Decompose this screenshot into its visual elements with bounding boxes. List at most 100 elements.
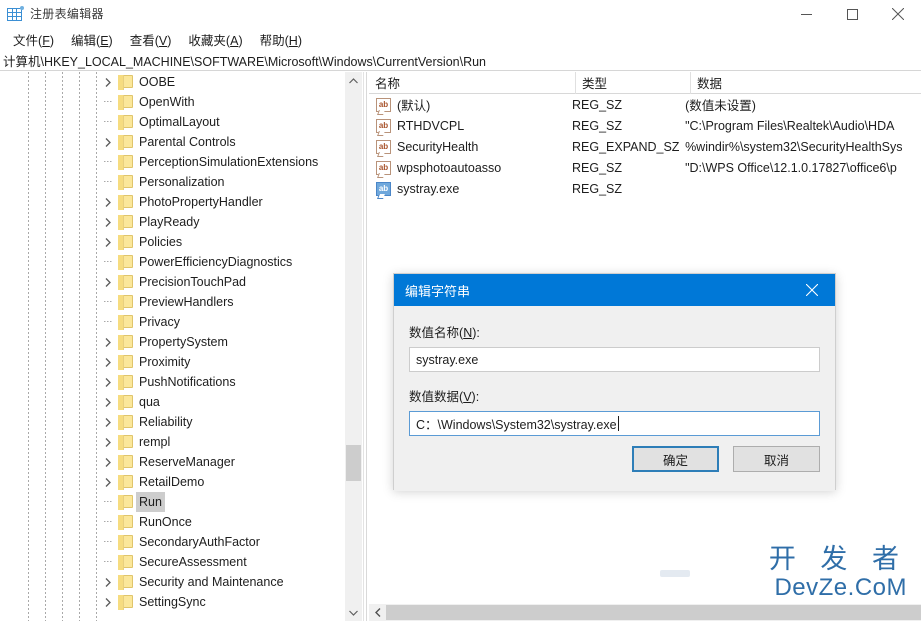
dialog-close-button[interactable] — [789, 274, 835, 306]
menu-edit-label: 编辑 — [71, 34, 96, 48]
chevron-right-icon[interactable] — [102, 132, 114, 152]
tree-item-secureassessment[interactable]: SecureAssessment — [0, 552, 345, 572]
tree-item-label: PrecisionTouchPad — [139, 272, 246, 292]
tree-item-proximity[interactable]: Proximity — [0, 352, 345, 372]
tree-item-oobe[interactable]: OOBE — [0, 72, 345, 92]
chevron-right-icon[interactable] — [102, 592, 114, 612]
pane-splitter[interactable] — [363, 72, 367, 621]
tree-item-label: PushNotifications — [139, 372, 236, 392]
tree-item-policies[interactable]: Policies — [0, 232, 345, 252]
window-title: 注册表编辑器 — [30, 5, 104, 22]
value-row[interactable]: abRTHDVCPLREG_SZ"C:\Program Files\Realte… — [369, 115, 921, 136]
value-row[interactable]: ab(默认)REG_SZ(数值未设置) — [369, 94, 921, 115]
column-header-type[interactable]: 类型 — [575, 72, 690, 94]
registry-tree-pane[interactable]: OOBEOpenWithOptimalLayoutParental Contro… — [0, 72, 345, 621]
tree-item-label: ReserveManager — [139, 452, 235, 472]
chevron-right-icon[interactable] — [102, 472, 114, 492]
tree-item-powerefficiencydiagnostics[interactable]: PowerEfficiencyDiagnostics — [0, 252, 345, 272]
folder-icon — [118, 235, 133, 248]
chevron-right-icon[interactable] — [102, 232, 114, 252]
list-horizontal-scrollbar[interactable] — [369, 604, 921, 621]
tree-item-settingsync[interactable]: SettingSync — [0, 592, 345, 612]
column-header-name[interactable]: 名称 — [369, 72, 575, 94]
address-bar[interactable]: 计算机\HKEY_LOCAL_MACHINE\SOFTWARE\Microsof… — [0, 51, 921, 71]
tree-item-precisiontouchpad[interactable]: PrecisionTouchPad — [0, 272, 345, 292]
tree-item-label: qua — [139, 392, 160, 412]
string-value-icon: ab — [376, 182, 391, 196]
chevron-right-icon[interactable] — [102, 392, 114, 412]
chevron-right-icon[interactable] — [102, 452, 114, 472]
chevron-right-icon[interactable] — [102, 332, 114, 352]
minimize-button[interactable] — [783, 0, 829, 28]
tree-item-run[interactable]: Run — [0, 492, 345, 512]
tree-item-previewhandlers[interactable]: PreviewHandlers — [0, 292, 345, 312]
tree-item-perceptionsimulationextensions[interactable]: PerceptionSimulationExtensions — [0, 152, 345, 172]
tree-item-qua[interactable]: qua — [0, 392, 345, 412]
value-data-accel: V — [463, 390, 471, 404]
tree-item-reservemanager[interactable]: ReserveManager — [0, 452, 345, 472]
menu-favorites[interactable]: 收藏夹(A) — [180, 28, 251, 51]
chevron-right-icon[interactable] — [102, 352, 114, 372]
chevron-right-icon[interactable] — [102, 572, 114, 592]
tree-item-optimallayout[interactable]: OptimalLayout — [0, 112, 345, 132]
tree-item-security-and-maintenance[interactable]: Security and Maintenance — [0, 572, 345, 592]
scroll-down-icon[interactable] — [345, 604, 362, 621]
chevron-right-icon[interactable] — [102, 372, 114, 392]
menu-view[interactable]: 查看(V) — [122, 28, 181, 51]
cancel-button[interactable]: 取消 — [733, 446, 820, 472]
tree-leaf-connector — [104, 301, 112, 302]
value-row[interactable]: abSecurityHealthREG_EXPAND_SZ%windir%\sy… — [369, 136, 921, 157]
chevron-right-icon[interactable] — [102, 72, 114, 92]
value-type-cell: REG_EXPAND_SZ — [572, 140, 685, 154]
tree-item-privacy[interactable]: Privacy — [0, 312, 345, 332]
address-path: 计算机\HKEY_LOCAL_MACHINE\SOFTWARE\Microsof… — [3, 51, 486, 70]
tree-item-reliability[interactable]: Reliability — [0, 412, 345, 432]
scroll-left-icon[interactable] — [369, 604, 386, 621]
maximize-button[interactable] — [829, 0, 875, 28]
chevron-right-icon[interactable] — [102, 192, 114, 212]
value-name-input[interactable]: systray.exe — [409, 347, 820, 372]
folder-icon — [118, 135, 133, 148]
column-header-data[interactable]: 数据 — [690, 72, 921, 94]
ok-button[interactable]: 确定 — [632, 446, 719, 472]
chevron-right-icon[interactable] — [102, 212, 114, 232]
tree-item-pushnotifications[interactable]: PushNotifications — [0, 372, 345, 392]
chevron-right-icon[interactable] — [102, 272, 114, 292]
registry-values-list: ab(默认)REG_SZ(数值未设置)abRTHDVCPLREG_SZ"C:\P… — [369, 94, 921, 199]
tree-item-openwith[interactable]: OpenWith — [0, 92, 345, 112]
tree-scrollbar-thumb[interactable] — [346, 445, 361, 481]
tree-item-rempl[interactable]: rempl — [0, 432, 345, 452]
chevron-right-icon[interactable] — [102, 432, 114, 452]
scroll-up-icon[interactable] — [345, 72, 362, 89]
menu-help[interactable]: 帮助(H) — [252, 28, 311, 51]
tree-item-playready[interactable]: PlayReady — [0, 212, 345, 232]
folder-icon — [118, 215, 133, 228]
tree-item-label: Parental Controls — [139, 132, 236, 152]
tree-item-secondaryauthfactor[interactable]: SecondaryAuthFactor — [0, 532, 345, 552]
value-data-input[interactable]: C：\Windows\System32\systray.exe — [409, 411, 820, 436]
tree-item-photopropertyhandler[interactable]: PhotoPropertyHandler — [0, 192, 345, 212]
tree-vertical-scrollbar[interactable] — [345, 72, 362, 621]
tree-leaf-connector — [104, 561, 112, 562]
tree-item-label: PerceptionSimulationExtensions — [139, 152, 318, 172]
chevron-right-icon[interactable] — [102, 412, 114, 432]
tree-item-parental-controls[interactable]: Parental Controls — [0, 132, 345, 152]
folder-icon — [118, 295, 133, 308]
list-scrollbar-track[interactable] — [386, 605, 921, 620]
folder-icon — [118, 395, 133, 408]
menu-file[interactable]: 文件(F) — [5, 28, 63, 51]
value-data-cell: %windir%\system32\SecurityHealthSys — [685, 140, 921, 154]
cancel-button-label: 取消 — [764, 450, 789, 469]
value-name-cell: systray.exe — [397, 182, 572, 196]
tree-item-personalization[interactable]: Personalization — [0, 172, 345, 192]
tree-leaf-connector — [104, 321, 112, 322]
close-button[interactable] — [875, 0, 921, 28]
tree-item-runonce[interactable]: RunOnce — [0, 512, 345, 532]
tree-item-label: PowerEfficiencyDiagnostics — [139, 252, 292, 272]
tree-item-retaildemo[interactable]: RetailDemo — [0, 472, 345, 492]
menu-file-label: 文件 — [13, 34, 38, 48]
value-row[interactable]: absystray.exeREG_SZ — [369, 178, 921, 199]
tree-item-propertysystem[interactable]: PropertySystem — [0, 332, 345, 352]
menu-edit[interactable]: 编辑(E) — [63, 28, 122, 51]
value-row[interactable]: abwpsphotoautoassoREG_SZ"D:\WPS Office\1… — [369, 157, 921, 178]
